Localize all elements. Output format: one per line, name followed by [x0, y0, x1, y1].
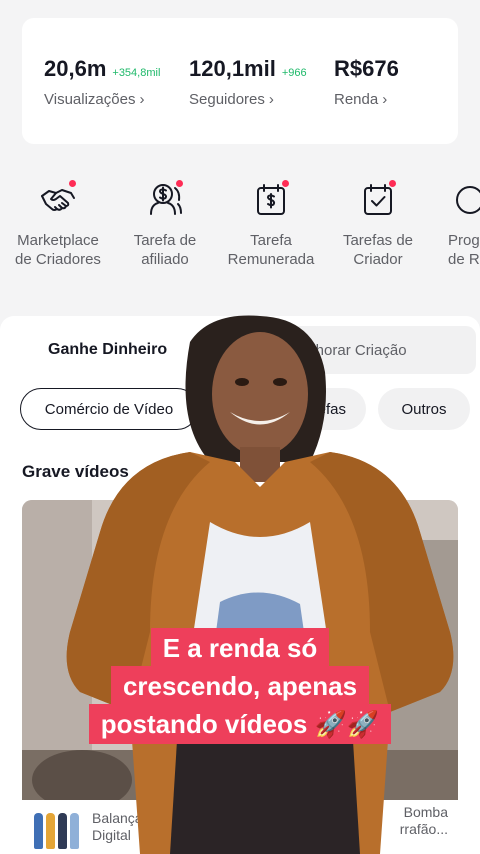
stat-value: 20,6m: [44, 56, 107, 81]
shortcut-creator-tasks[interactable]: Tarefas de Criador: [323, 180, 433, 269]
shortcut-affiliate-task[interactable]: Tarefa de afiliado: [110, 180, 220, 269]
caption-line: postando vídeos 🚀🚀: [88, 704, 392, 744]
shortcut-label: Tarefas de Criador: [342, 232, 414, 268]
notification-dot: [176, 180, 183, 187]
shortcut-label: Prog de R: [448, 232, 480, 268]
stat-followers[interactable]: 120,1mil +966 Seguidores ›: [189, 56, 307, 108]
affiliate-dollar-icon: [145, 180, 185, 220]
stat-label: Renda ›: [334, 91, 388, 108]
stat-delta: +354,8mil: [112, 67, 161, 79]
shortcut-paid-task[interactable]: Tarefa Remunerada: [216, 180, 326, 269]
caption-line: E a renda só: [150, 628, 330, 668]
shortcut-program[interactable]: Prog de R: [430, 180, 480, 269]
stats-card: 20,6m +354,8mil Visualizações › 120,1mil …: [22, 18, 458, 144]
chevron-right-icon: ›: [139, 91, 145, 108]
caption-line: crescendo, apenas: [110, 666, 370, 706]
person-overlay: [66, 315, 454, 854]
handshake-icon: [38, 180, 78, 220]
video-caption: E a renda só crescendo, apenas postando …: [72, 628, 408, 744]
notification-dot: [389, 180, 396, 187]
stat-label: Visualizações ›: [44, 91, 145, 108]
stat-label: Seguidores ›: [189, 91, 274, 108]
notification-dot: [69, 180, 76, 187]
stat-value: R$676: [334, 56, 399, 81]
calendar-check-icon: [358, 180, 398, 220]
shortcut-marketplace[interactable]: Marketplace de Criadores: [3, 180, 113, 269]
calendar-dollar-icon: [251, 180, 291, 220]
stat-value: 120,1mil: [189, 56, 276, 81]
shortcut-label: Tarefa Remunerada: [227, 232, 315, 268]
stat-income[interactable]: R$676 Renda ›: [334, 56, 399, 108]
program-icon: [448, 180, 480, 220]
shortcut-label: Marketplace de Criadores: [15, 232, 101, 268]
stat-views[interactable]: 20,6m +354,8mil Visualizações ›: [44, 56, 160, 108]
shortcut-row: Marketplace de Criadores Tarefa de afili…: [0, 180, 480, 290]
chevron-right-icon: ›: [382, 91, 388, 108]
shortcut-label: Tarefa de afiliado: [133, 232, 197, 268]
chevron-right-icon: ›: [268, 91, 274, 108]
stat-delta: +966: [281, 67, 307, 79]
notification-dot: [282, 180, 289, 187]
